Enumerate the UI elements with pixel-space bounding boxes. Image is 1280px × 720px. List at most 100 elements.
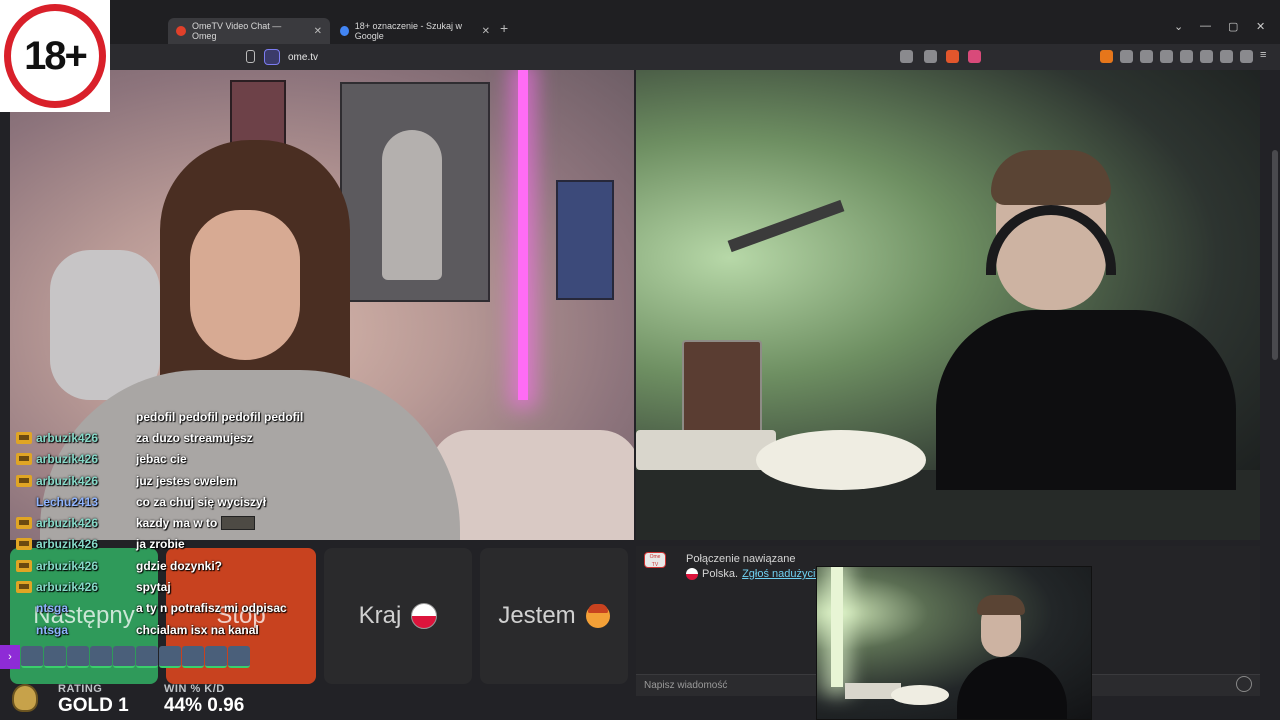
extensions-puzzle-icon[interactable]	[1140, 50, 1153, 63]
neon-light-strip	[518, 70, 528, 400]
wall-frame	[556, 180, 614, 300]
extension-icon[interactable]	[1120, 50, 1133, 63]
rating-value: GOLD 1	[58, 695, 129, 716]
wallet-icon[interactable]	[1200, 50, 1213, 63]
chat-message: chcialam isx na kanal	[136, 622, 259, 637]
bookmark-icon[interactable]	[246, 50, 255, 63]
tab-google[interactable]: 18+ oznaczenie - Szukaj w Google ✕	[332, 18, 498, 44]
rating-label: RATING	[58, 683, 103, 695]
address-bar: ome.tv ≡	[0, 44, 1280, 70]
chat-message: a ty n potrafisz mi odpisac	[136, 601, 287, 616]
brave-rewards-icon[interactable]	[968, 50, 981, 63]
tab-ometv[interactable]: OmeTV Video Chat — Omeg ✕	[168, 18, 330, 44]
person-hair	[977, 595, 1025, 615]
brave-shields-icon[interactable]	[946, 50, 959, 63]
gender-button[interactable]: Jestem	[480, 548, 628, 684]
close-tab-icon[interactable]: ✕	[314, 26, 322, 37]
age-badge-text: 18+	[24, 33, 88, 78]
menu-icon[interactable]: ≡	[1260, 50, 1273, 63]
champion-icon	[159, 646, 181, 668]
poland-flag-icon	[686, 568, 698, 580]
ometv-favicon-icon	[176, 26, 186, 36]
stranger-country: Polska. Zgłoś nadużycie.	[686, 568, 825, 580]
cast-icon[interactable]	[924, 50, 937, 63]
win-kd-value: 44% 0.96	[164, 695, 245, 716]
sidebar-icon[interactable]	[1180, 50, 1193, 63]
light-panel	[831, 567, 843, 687]
url-field[interactable]: ome.tv	[264, 48, 1004, 66]
champion-icon	[90, 646, 112, 668]
emoji-icon[interactable]	[1236, 676, 1252, 692]
computer-mouse	[891, 685, 949, 705]
country-button-label: Kraj	[358, 602, 402, 629]
maximize-icon[interactable]: ▢	[1228, 20, 1238, 33]
leo-ai-icon[interactable]	[1220, 50, 1233, 63]
age-restriction-badge: 18+	[0, 0, 110, 112]
download-icon[interactable]	[1160, 50, 1173, 63]
chat-line: arbuzik426 jebac cie	[16, 449, 336, 470]
url-text: ome.tv	[288, 51, 319, 63]
chat-username: ntsga	[36, 601, 69, 616]
person-face	[190, 210, 300, 360]
gold-rank-icon	[12, 684, 38, 712]
person-torso	[936, 310, 1236, 490]
computer-mouse	[756, 430, 926, 490]
extension-icon[interactable]	[1100, 50, 1113, 63]
crown-badge-icon	[16, 431, 32, 444]
chat-emote-icon	[221, 516, 256, 531]
chat-line: arbuzik426 ja zrobie	[16, 534, 336, 555]
champion-icon	[136, 646, 158, 668]
chat-message: juz jestes cwelem	[136, 473, 237, 488]
chat-line: arbuzik426 juz jestes cwelem	[16, 470, 336, 491]
chat-message: ja zrobie	[136, 537, 185, 552]
new-tab-icon[interactable]: +	[500, 20, 508, 36]
chat-username: arbuzik426	[36, 516, 99, 531]
translate-icon[interactable]	[900, 50, 913, 63]
chat-message: pedofil pedofil pedofil pedofil	[136, 409, 304, 424]
country-button[interactable]: Kraj	[324, 548, 472, 684]
champion-icon	[21, 646, 43, 668]
expand-arrow-icon: ›	[0, 645, 20, 669]
chat-message: gdzie dozynki?	[136, 558, 223, 573]
champion-icon	[44, 646, 66, 668]
crown-badge-icon	[16, 581, 32, 594]
chat-message: jebac cie	[136, 452, 187, 467]
google-favicon-icon	[340, 26, 349, 36]
person-torso	[957, 657, 1067, 719]
champion-history-bar: ›	[0, 644, 256, 670]
chat-username: arbuzik426	[36, 558, 99, 573]
window-close-icon[interactable]: ✕	[1256, 20, 1265, 33]
win-kd-label: WIN % K/D	[164, 683, 225, 695]
chat-username: arbuzik426	[36, 452, 99, 467]
keyboard	[636, 430, 776, 470]
chat-username: arbuzik426	[36, 580, 99, 595]
crown-badge-icon	[16, 453, 32, 466]
crown-badge-icon	[16, 538, 32, 551]
chat-line: arbuzik426 kazdy ma w to	[16, 512, 336, 533]
self-video	[636, 70, 1260, 540]
stream-chat-overlay: pedofil pedofil pedofil pedofil arbuzik42…	[16, 406, 336, 640]
champion-icon	[182, 646, 204, 668]
chat-username: arbuzik426	[36, 430, 99, 445]
chair-back	[50, 250, 160, 400]
glass	[682, 340, 762, 440]
page-scrollbar[interactable]	[1272, 150, 1278, 360]
tab-list-chevron-icon[interactable]: ⌄	[1174, 20, 1183, 33]
bed	[430, 430, 634, 540]
chat-message: kazdy ma w to	[136, 516, 218, 531]
close-tab-icon[interactable]: ✕	[482, 26, 490, 37]
chat-message: spytaj	[136, 580, 171, 595]
rank-stats-overlay: RATING GOLD 1 WIN % K/D 44% 0.96	[0, 678, 280, 720]
tab-label: OmeTV Video Chat — Omeg	[191, 21, 282, 41]
report-abuse-link[interactable]: Zgłoś nadużycie.	[742, 568, 825, 580]
crown-badge-icon	[16, 559, 32, 572]
site-info-icon[interactable]	[264, 49, 280, 65]
ometv-logo-icon: Ome TV	[644, 552, 666, 568]
vpn-icon[interactable]	[1240, 50, 1253, 63]
connection-status: Połączenie nawiązane	[686, 553, 796, 565]
chat-username: arbuzik426	[36, 537, 99, 552]
chat-line: pedofil pedofil pedofil pedofil	[16, 406, 336, 427]
person-hair	[991, 150, 1111, 205]
minimize-icon[interactable]: —	[1200, 20, 1211, 32]
browser-tab-bar: OmeTV Video Chat — Omeg ✕ 18+ oznaczenie…	[0, 0, 1280, 44]
